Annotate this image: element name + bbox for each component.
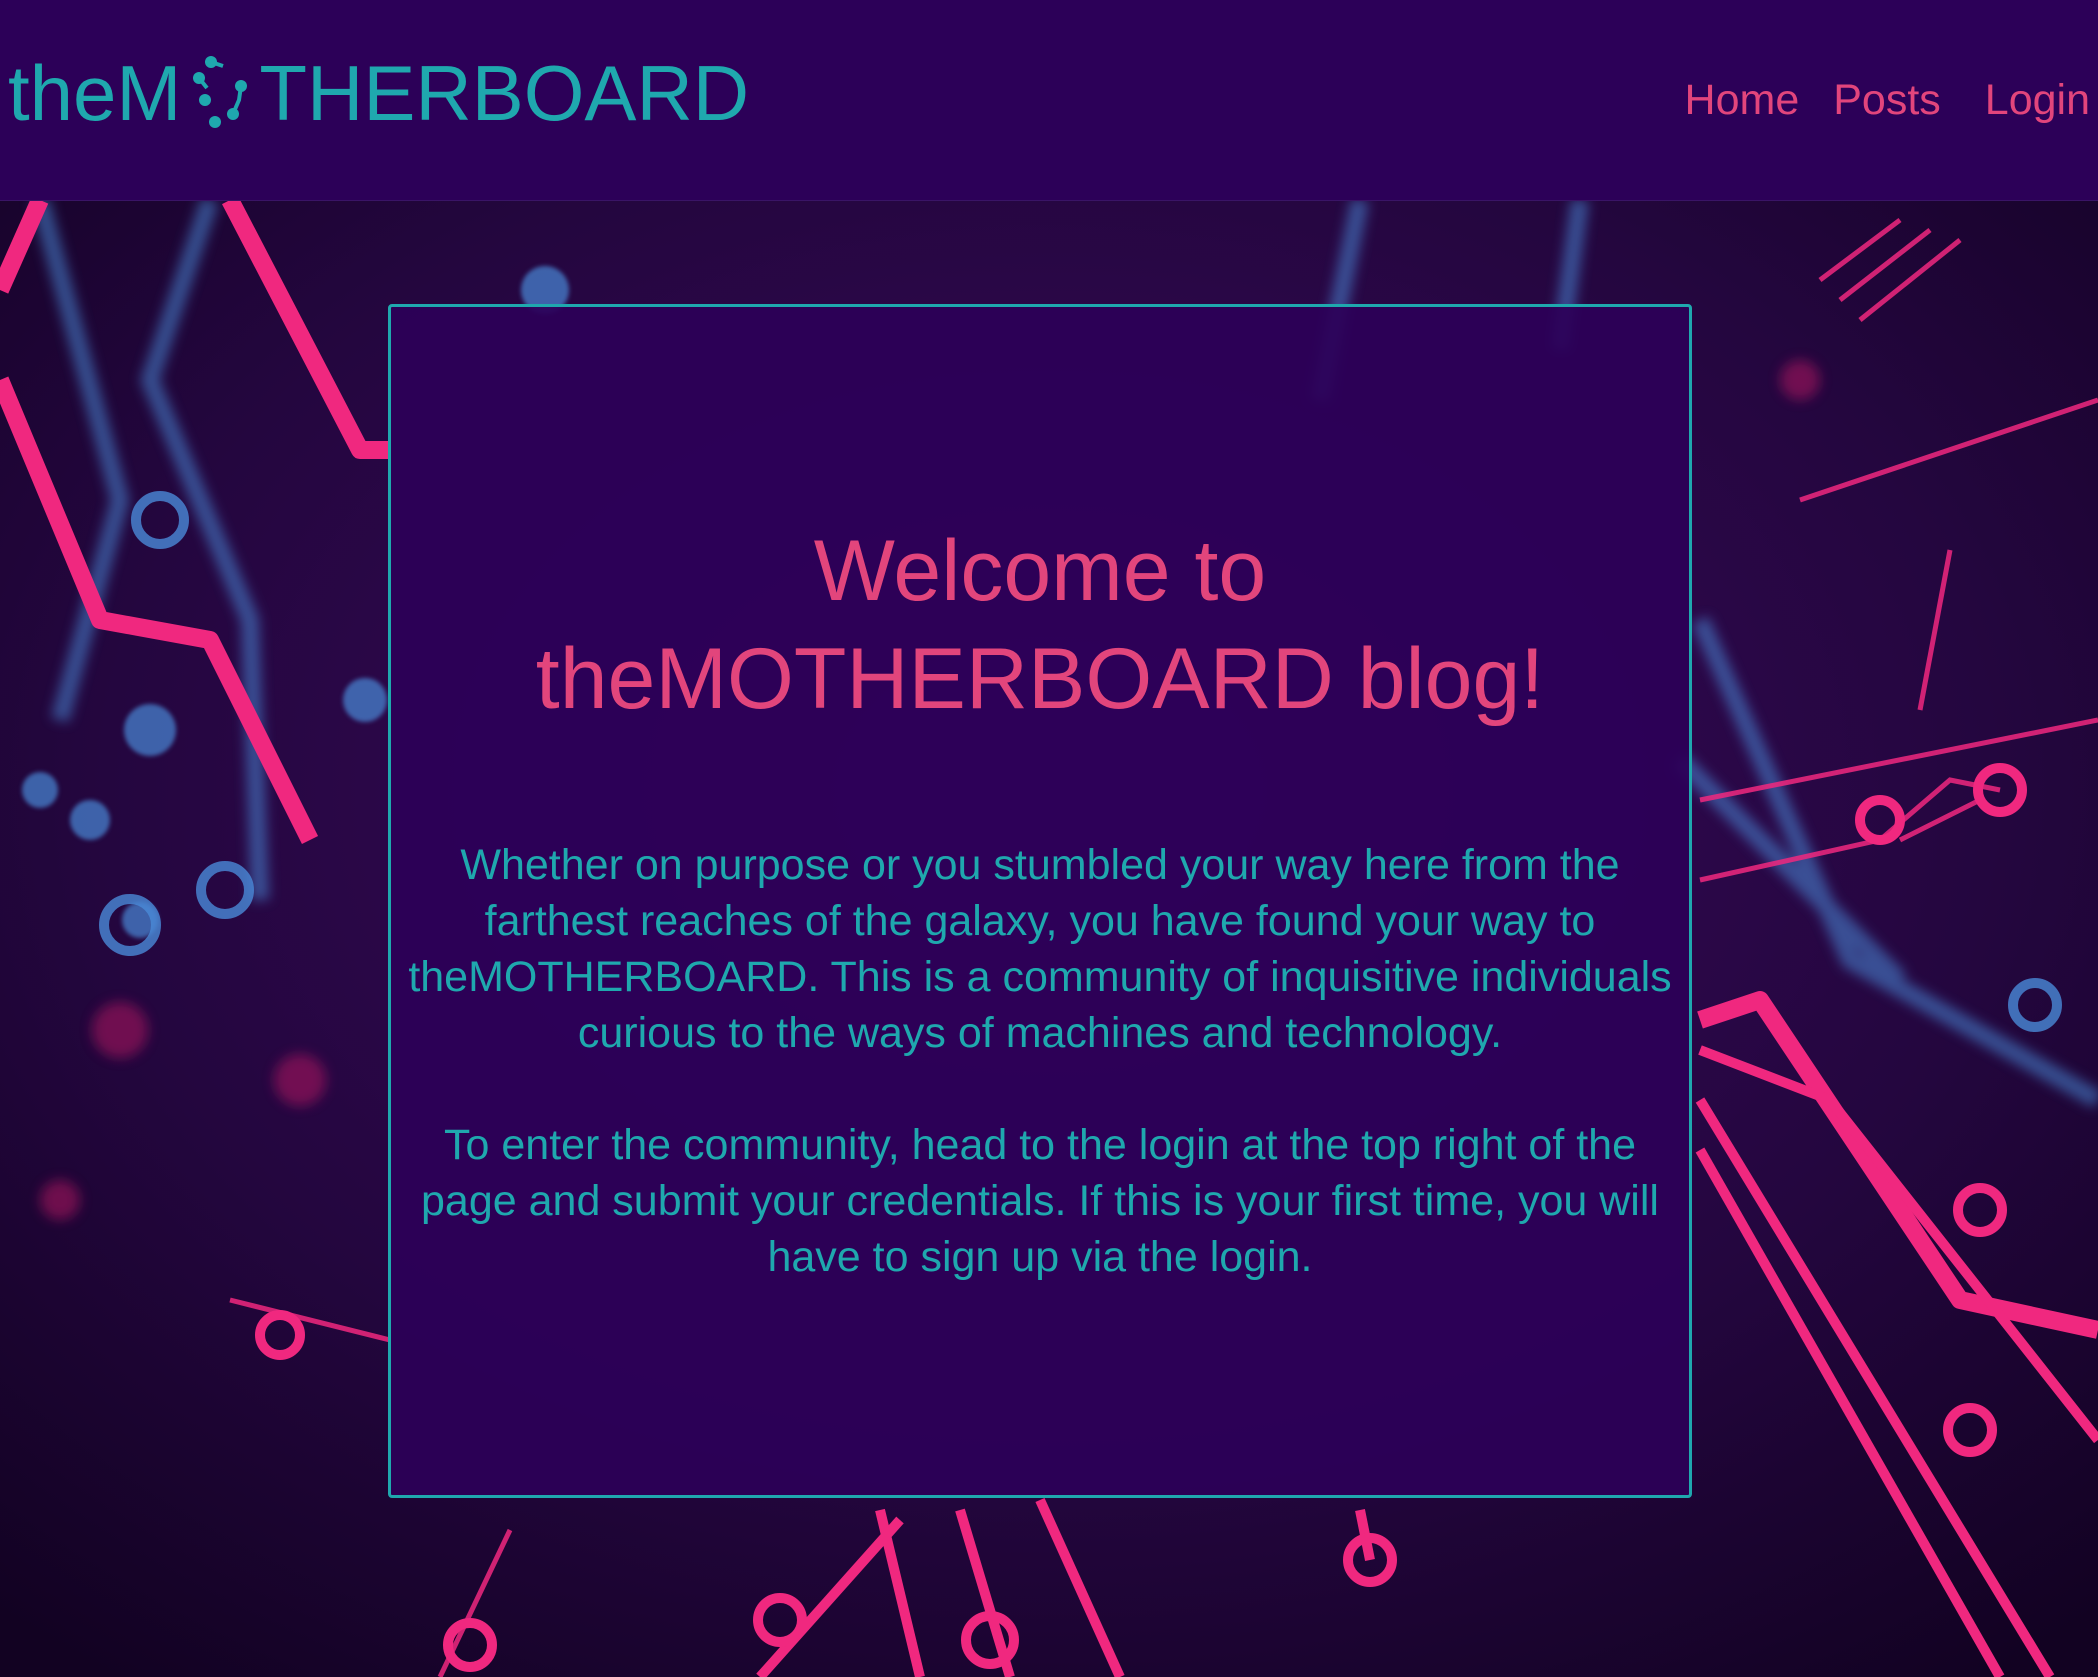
site-logo[interactable]: theM THERBOARD bbox=[8, 48, 749, 138]
nav-login-link[interactable]: Login bbox=[1985, 72, 2090, 128]
welcome-title: Welcome to theMOTHERBOARD blog! bbox=[535, 523, 1545, 727]
circuit-o-icon bbox=[183, 48, 257, 138]
page: theM THERBOARD Home Posts Login Welcome … bbox=[0, 0, 2098, 1677]
welcome-card: Welcome to theMOTHERBOARD blog! Whether … bbox=[388, 304, 1692, 1498]
login-instructions-paragraph: To enter the community, head to the logi… bbox=[421, 1121, 1659, 1281]
site-header: theM THERBOARD Home Posts Login bbox=[0, 0, 2098, 201]
main-nav: Home Posts Login bbox=[1651, 72, 2090, 128]
nav-posts-link[interactable]: Posts bbox=[1833, 72, 1941, 128]
nav-home-link[interactable]: Home bbox=[1685, 72, 1800, 128]
logo-text-suffix: THERBOARD bbox=[259, 49, 750, 137]
logo-text-prefix: theM bbox=[8, 49, 182, 137]
intro-paragraph: Whether on purpose or you stumbled your … bbox=[408, 841, 1672, 1057]
